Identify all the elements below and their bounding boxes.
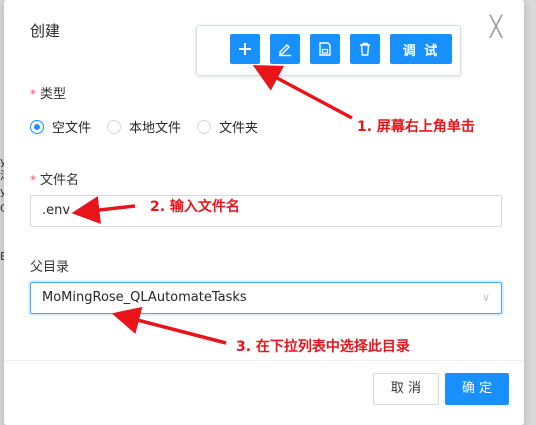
type-radio-group: 空文件 本地文件 文件夹 xyxy=(30,117,274,136)
edit-button[interactable] xyxy=(270,34,300,64)
add-button[interactable] xyxy=(230,34,260,64)
save-icon xyxy=(319,42,331,56)
parent-dir-select[interactable]: MoMingRose_QLAutomateTasks ∨ xyxy=(30,282,502,314)
save-button[interactable] xyxy=(310,34,340,64)
parent-dir-label: 父目录 xyxy=(30,260,70,275)
radio-label: 本地文件 xyxy=(129,121,182,136)
footer-divider xyxy=(4,360,524,361)
plus-icon xyxy=(239,43,251,55)
filename-input[interactable]: .env xyxy=(30,195,502,227)
radio-label: 文件夹 xyxy=(219,121,259,136)
radio-label: 空文件 xyxy=(52,121,92,136)
type-label-row: * 类型 xyxy=(30,83,66,102)
annotation-step1: 1. 屏幕右上角单击 xyxy=(357,119,475,135)
close-icon[interactable]: ╳ xyxy=(490,16,502,36)
filename-label-row: * 文件名 xyxy=(30,169,79,188)
radio-local-file[interactable]: 本地文件 xyxy=(107,117,181,136)
edit-icon xyxy=(279,44,291,57)
filename-label: 文件名 xyxy=(40,173,80,188)
radio-folder[interactable]: 文件夹 xyxy=(197,117,258,136)
radio-unchecked-icon xyxy=(197,119,212,134)
dialog-title: 创建 xyxy=(30,22,61,40)
delete-icon xyxy=(360,42,370,56)
radio-unchecked-icon xyxy=(107,119,122,134)
required-mark: * xyxy=(30,87,36,101)
type-label: 类型 xyxy=(40,87,67,102)
radio-empty-file[interactable]: 空文件 xyxy=(30,117,91,136)
radio-checked-icon xyxy=(30,119,44,134)
ok-button[interactable]: 确 定 xyxy=(445,373,509,405)
required-mark: * xyxy=(30,173,36,187)
annotation-step3: 3. 在下拉列表中选择此目录 xyxy=(236,339,410,355)
annotation-step2: 2. 输入文件名 xyxy=(150,199,240,215)
delete-button[interactable] xyxy=(350,34,380,64)
cancel-button[interactable]: 取 消 xyxy=(373,373,439,405)
parent-dir-value: MoMingRose_QLAutomateTasks xyxy=(42,290,247,305)
top-right-toolbar: 调 试 xyxy=(196,25,461,76)
chevron-down-icon: ∨ xyxy=(481,291,490,304)
debug-button[interactable]: 调 试 xyxy=(390,34,452,64)
